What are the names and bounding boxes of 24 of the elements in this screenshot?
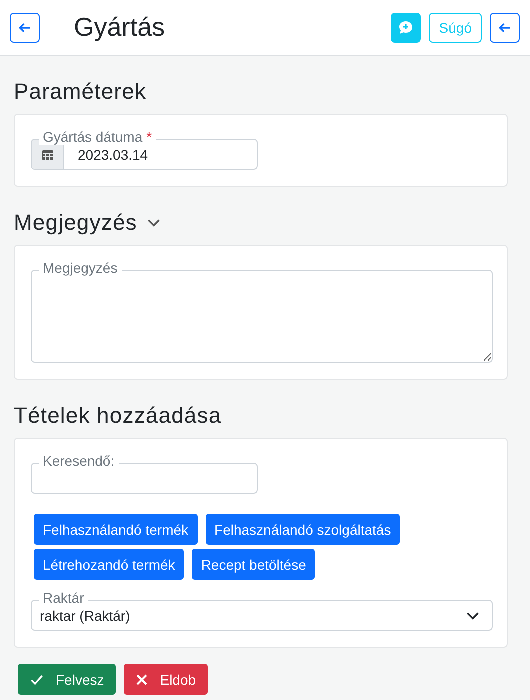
section-heading: Tételek hozzáadása [14,402,223,430]
section-heading: Paraméterek [14,78,148,106]
discard-button[interactable]: Eldob [124,664,208,695]
page-title: Gyártás [74,12,166,43]
add-item-button[interactable]: Recept betöltése [192,549,316,580]
back-button[interactable] [10,12,40,42]
field-label: Keresendő: [39,453,119,469]
add-item-button[interactable]: Létrehozandó termék [34,549,184,580]
close-icon [136,674,148,686]
field-label: Raktár [39,590,88,606]
back-arrow-icon [18,20,32,34]
back-arrow-icon [498,20,512,34]
calendar-icon [42,148,54,160]
check-icon [30,672,44,686]
field-label: Megjegyzés [39,260,122,276]
select-value: raktar (Raktár) [40,608,130,624]
confirm-button[interactable]: Felvesz [18,664,116,695]
field-label: Gyártás dátuma * [39,129,156,145]
section-heading: Megjegyzés [14,209,138,237]
back-button[interactable] [490,12,520,42]
date-value: 2023.03.14 [77,146,150,164]
add-item-button[interactable]: Felhasználandó termék [34,514,198,545]
speech-bubble-icon [398,20,414,36]
add-item-button[interactable]: Felhasználandó szolgáltatás [206,514,400,545]
